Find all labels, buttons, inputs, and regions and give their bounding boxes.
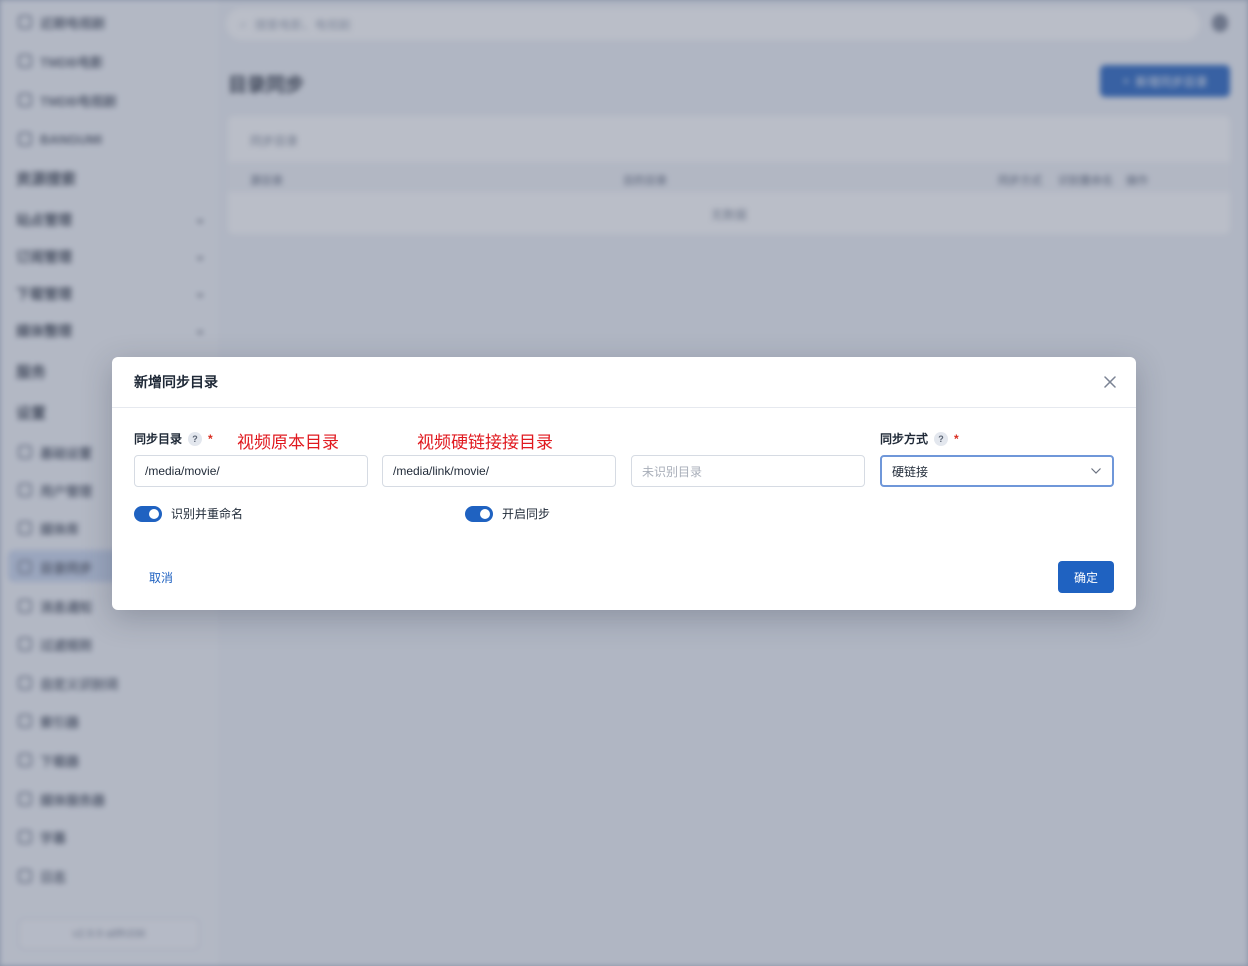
annotation-source-dir: 视频原本目录 (237, 433, 339, 453)
annotation-link-dir: 视频硬链接接目录 (417, 433, 553, 453)
sync-mode-label-row: 同步方式 ? * (880, 430, 959, 447)
sync-toggle[interactable] (465, 505, 493, 522)
source-dir-input[interactable]: /media/movie/ (134, 455, 368, 487)
sync-toggle-label: 开启同步 (502, 507, 551, 521)
chevron-down-icon (1090, 464, 1102, 478)
rename-toggle-row: 识别并重命名 (134, 505, 243, 522)
required-mark: * (208, 431, 213, 446)
sync-dir-label: 同步目录 (134, 432, 183, 446)
toggle-knob (480, 508, 490, 519)
sync-mode-select[interactable]: 硬链接 (880, 455, 1114, 487)
rename-toggle[interactable] (134, 505, 162, 522)
dialog-header: 新增同步目录 (112, 357, 1136, 408)
rename-toggle-label: 识别并重命名 (171, 507, 244, 521)
sync-mode-label: 同步方式 (880, 432, 929, 446)
confirm-button[interactable]: 确定 (1058, 561, 1114, 593)
required-mark: * (954, 431, 959, 446)
add-sync-dir-dialog: 新增同步目录 同步目录 ? * 视频原本目录 视频硬链接接目录 同步方式 ? *… (112, 357, 1136, 610)
dialog-title: 新增同步目录 (134, 374, 218, 390)
link-dir-input[interactable]: /media/link/movie/ (382, 455, 616, 487)
cancel-button[interactable]: 取消 (149, 569, 173, 586)
close-icon[interactable] (1102, 374, 1118, 390)
sync-mode-value: 硬链接 (892, 464, 929, 479)
sync-toggle-row: 开启同步 (465, 505, 550, 522)
help-icon[interactable]: ? (934, 431, 949, 446)
sync-dir-label-row: 同步目录 ? * (134, 430, 213, 447)
help-icon[interactable]: ? (188, 431, 203, 446)
toggle-knob (149, 508, 159, 519)
unknown-dir-input[interactable]: 未识别目录 (631, 455, 865, 487)
